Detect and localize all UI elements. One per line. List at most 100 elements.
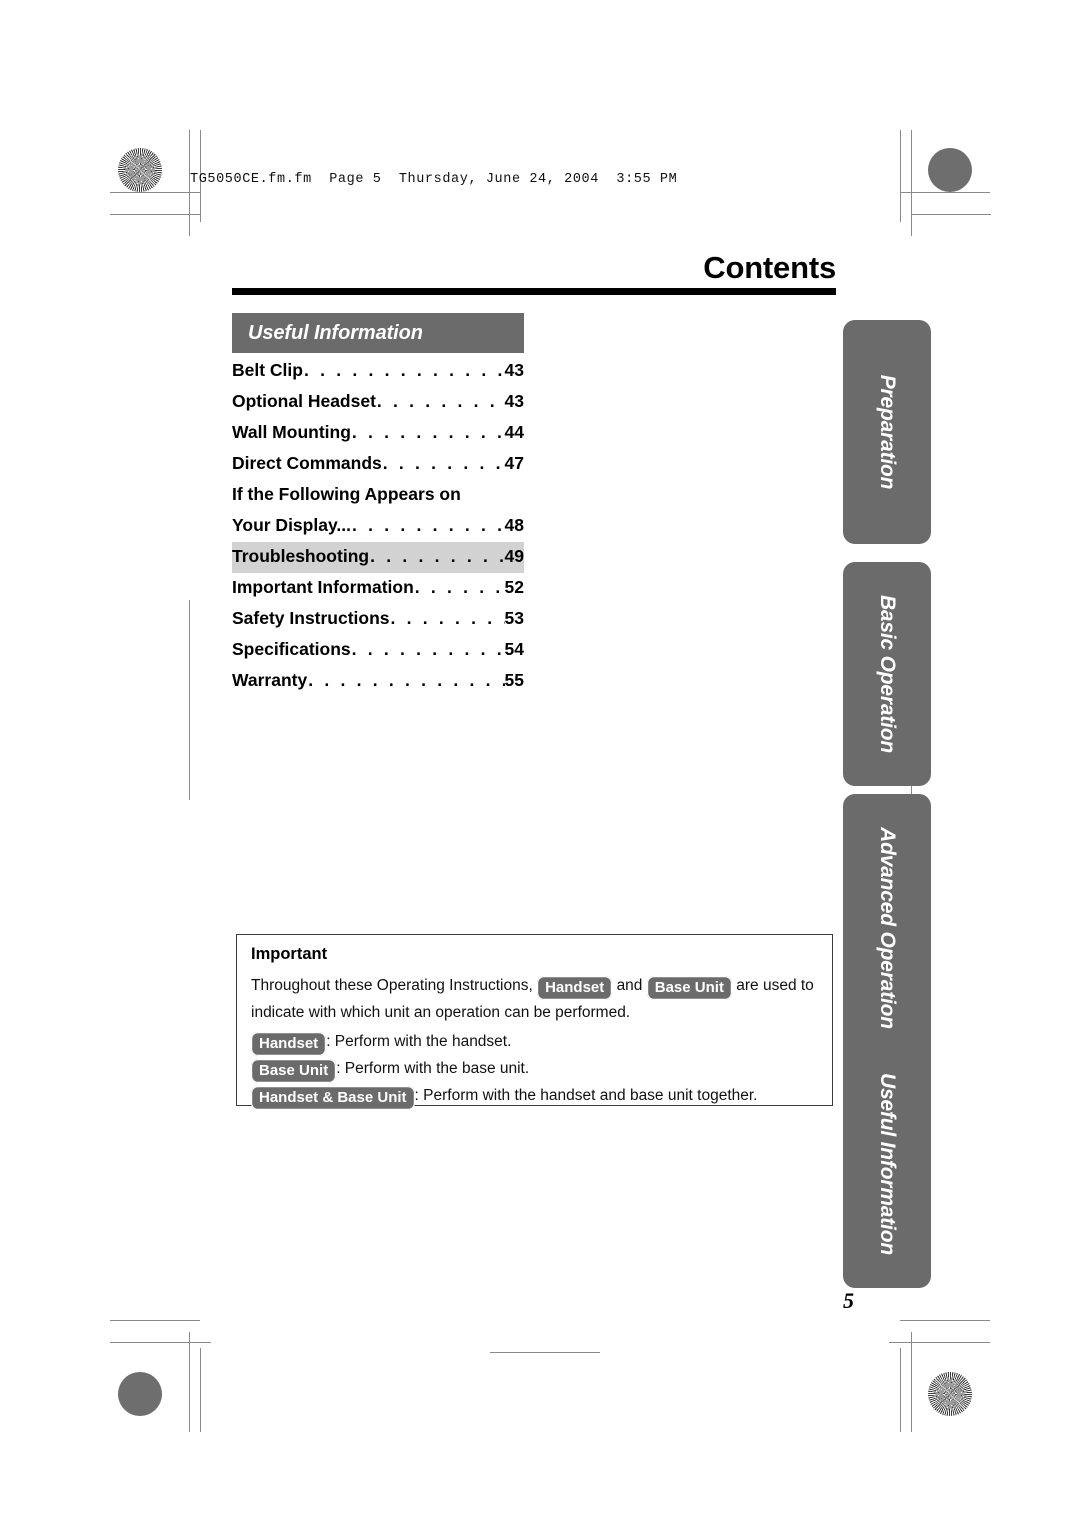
section-header-bar: Useful Information (232, 313, 524, 353)
important-title: Important (251, 945, 328, 963)
section-header-label: Useful Information (248, 322, 423, 344)
side-tab-label: Basic Operation (876, 594, 899, 754)
page-title: Contents (703, 250, 836, 285)
toc-page-number: 43 (504, 360, 524, 380)
crop-mark-line (189, 600, 190, 800)
toc-page-number: 47 (504, 453, 524, 473)
badge-handset-and-base-unit: Handset & Base Unit (251, 1086, 415, 1110)
crop-mark-line (889, 1342, 990, 1343)
file-header-text: TG5050CE.fm.fm Page 5 Thursday, June 24,… (190, 172, 678, 187)
toc-leader-dots: . . . . . . . . . . . . . . . . . . . . … (376, 391, 505, 411)
toc-entry[interactable]: Warranty . . . . . . . . . . . . . . . .… (232, 666, 524, 697)
toc-page-number: 52 (504, 577, 524, 597)
crop-mark-line (189, 1332, 190, 1432)
toc-page-number: 48 (504, 515, 524, 535)
toc-row: Specifications . . . . . . . . . . . . .… (232, 635, 524, 666)
toc-label-continued: Your Display... (232, 515, 351, 535)
rosette-mark-top-left (118, 148, 162, 192)
toc-entry[interactable]: Direct Commands . . . . . . . . . . . . … (232, 449, 524, 480)
toc-row: If the Following Appears on . . . . . . … (232, 480, 524, 511)
table-of-contents: Belt Clip . . . . . . . . . . . . . . . … (232, 356, 524, 697)
toc-page-number: 54 (504, 639, 524, 659)
rosette-mark-bottom-right (928, 1372, 972, 1416)
toc-entry[interactable]: Safety Instructions . . . . . . . . . . … (232, 604, 524, 635)
toc-leader-dots: . . . . . . . . . . . . . . . . . . . . … (351, 639, 505, 659)
important-body: Throughout these Operating Instructions,… (251, 973, 822, 1110)
toc-page-number: 49 (504, 546, 524, 566)
registration-target (174, 1348, 208, 1382)
side-tab-preparation[interactable]: Preparation (843, 320, 931, 544)
important-line-text: : Perform with the handset. (326, 1033, 512, 1050)
side-tab-useful-information[interactable]: Useful Information (843, 1040, 931, 1288)
important-lead-paragraph: Throughout these Operating Instructions,… (251, 973, 822, 1025)
crop-mark-line (900, 1348, 901, 1432)
registration-target (520, 1335, 554, 1369)
side-tab-basic-operation[interactable]: Basic Operation (843, 562, 931, 786)
toc-row: Wall Mounting . . . . . . . . . . . . . … (232, 418, 524, 449)
toc-page-number: 53 (504, 608, 524, 628)
badge-base-unit: Base Unit (251, 1059, 337, 1083)
toc-leader-dots: . . . . . . . . . . . . . . . . . . . . … (303, 360, 505, 380)
solid-dot-mark-bottom-left (118, 1372, 162, 1416)
page-number: 5 (843, 1288, 854, 1313)
crop-mark-line (900, 1320, 990, 1321)
important-line: Base Unit: Perform with the base unit. (251, 1056, 822, 1083)
toc-label: Warranty (232, 670, 308, 690)
toc-entry[interactable]: Belt Clip . . . . . . . . . . . . . . . … (232, 356, 524, 387)
registration-target (128, 1284, 162, 1318)
toc-label: Troubleshooting (232, 546, 370, 566)
toc-label: If the Following Appears on (232, 484, 461, 504)
toc-label: Specifications (232, 639, 351, 659)
side-tab-label: Preparation (876, 374, 899, 490)
registration-target (860, 1348, 894, 1382)
toc-page-number: 44 (504, 422, 524, 442)
side-tab-label: Useful Information (876, 1073, 899, 1255)
important-note-box: Important Throughout these Operating Ins… (236, 934, 833, 1110)
toc-label: Belt Clip (232, 360, 303, 380)
toc-row: Optional Headset . . . . . . . . . . . .… (232, 387, 524, 418)
crop-mark-line (900, 192, 990, 193)
registration-target (128, 743, 162, 777)
toc-row: Important Information . . . . . . . . . … (232, 573, 524, 604)
important-line: Handset & Base Unit: Perform with the ha… (251, 1083, 822, 1110)
toc-leader-dots: . . . . . . . . . . . . . . . . . . . . … (390, 608, 505, 628)
important-lead-and: and (616, 977, 643, 994)
badge-base-unit: Base Unit (646, 976, 732, 1000)
toc-leader-dots: . . . . . . . . . . . . . . . . . . . . … (351, 422, 505, 442)
important-line: Handset: Perform with the handset. (251, 1029, 822, 1056)
toc-leader-dots: . . . . . . . . . . . . . . . . . . . . … (351, 515, 505, 535)
toc-entry[interactable]: Wall Mounting . . . . . . . . . . . . . … (232, 418, 524, 449)
toc-page-number: 43 (504, 391, 524, 411)
toc-row: Safety Instructions . . . . . . . . . . … (232, 604, 524, 635)
toc-leader-dots: . . . . . . . . . . . . . . . . . . . . … (414, 577, 505, 597)
toc-row: Troubleshooting . . . . . . . . . . . . … (232, 542, 524, 573)
registration-target (860, 163, 894, 197)
toc-leader-dots: . . . . . . . . . . . . . . . . . . . . … (308, 670, 504, 690)
side-tab-advanced-operation[interactable]: Advanced Operation (843, 794, 931, 1062)
toc-page-number: 55 (504, 670, 524, 690)
badge-handset: Handset (251, 1032, 327, 1056)
toc-entry[interactable]: Optional Headset . . . . . . . . . . . .… (232, 387, 524, 418)
toc-label: Optional Headset (232, 391, 376, 411)
crop-mark-line (900, 130, 901, 222)
side-tab-label: Advanced Operation (876, 827, 899, 1029)
solid-dot-mark-top-right (928, 148, 972, 192)
important-lead-part1: Throughout these Operating Instructions, (251, 977, 533, 994)
toc-entry[interactable]: Specifications . . . . . . . . . . . . .… (232, 635, 524, 666)
toc-label: Wall Mounting (232, 422, 351, 442)
crop-mark-line (110, 1342, 211, 1343)
toc-row: Warranty . . . . . . . . . . . . . . . .… (232, 666, 524, 697)
toc-label: Important Information (232, 577, 414, 597)
crop-mark-line (911, 1332, 912, 1432)
registration-target (912, 1284, 946, 1318)
toc-entry[interactable]: If the Following Appears on . . . . . . … (232, 480, 524, 542)
toc-label: Direct Commands (232, 453, 382, 473)
important-line-text: : Perform with the handset and base unit… (414, 1087, 758, 1104)
toc-entry[interactable]: Important Information . . . . . . . . . … (232, 573, 524, 604)
title-rule (232, 288, 836, 295)
badge-handset: Handset (537, 976, 613, 1000)
toc-row: Direct Commands . . . . . . . . . . . . … (232, 449, 524, 480)
important-line-text: : Perform with the base unit. (336, 1060, 530, 1077)
toc-entry-highlighted[interactable]: Troubleshooting . . . . . . . . . . . . … (232, 542, 524, 573)
page-canvas: TG5050CE.fm.fm Page 5 Thursday, June 24,… (0, 0, 1080, 1528)
